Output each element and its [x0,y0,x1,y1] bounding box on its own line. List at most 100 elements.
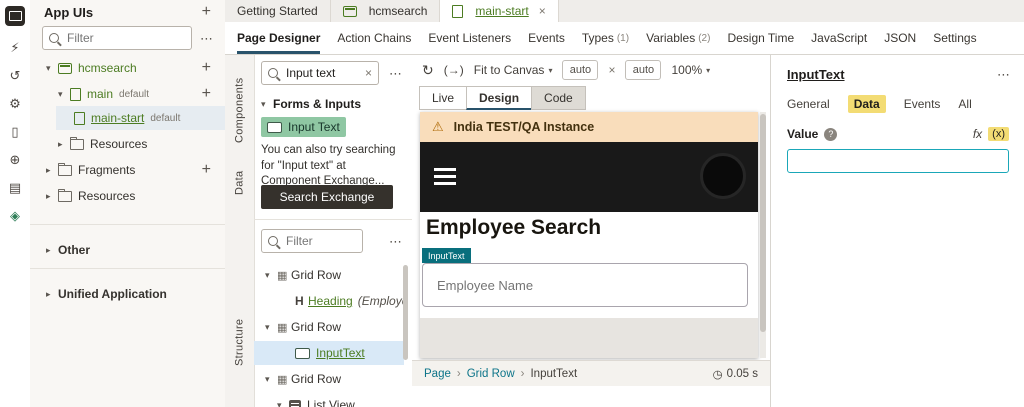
value-field[interactable] [787,149,1009,173]
chevron-down-icon[interactable]: ▾ [265,270,277,281]
tab-data[interactable]: Data [847,95,886,113]
structure-row-list-view[interactable]: ▾ List View [254,393,404,407]
components-menu-kebab[interactable]: ⋯ [389,66,403,82]
chevron-right-icon[interactable]: ▸ [46,289,58,300]
properties-title[interactable]: InputText [787,67,845,82]
component-input-text[interactable]: Input Text [261,117,346,137]
structure-row-heading[interactable]: H Heading (Employee [254,289,404,313]
tab-design-time[interactable]: Design Time [727,22,794,54]
chevron-down-icon[interactable]: ▾ [261,99,273,110]
components-search-input[interactable] [284,65,359,81]
value-input[interactable] [788,150,1008,172]
clear-search-icon[interactable]: × [365,66,372,80]
chevron-right-icon[interactable]: ▸ [46,165,58,176]
add-flow-button[interactable]: + [202,60,211,76]
chevron-down-icon[interactable]: ▾ [277,400,289,407]
structure-label[interactable]: Grid Row [291,268,341,282]
tab-action-chains[interactable]: Action Chains [337,22,411,54]
section-label[interactable]: Other [58,243,90,257]
tab-all[interactable]: All [958,97,971,111]
tab-components[interactable]: Components [225,65,254,155]
canvas-height-input[interactable] [625,60,662,80]
mode-code-button[interactable]: Code [531,86,586,110]
fit-to-canvas-dropdown[interactable]: Fit to Canvas ▾ [474,63,553,77]
tab-data[interactable]: Data [225,160,254,205]
refresh-icon[interactable]: ↻ [422,62,434,79]
search-exchange-button[interactable]: Search Exchange [261,185,393,209]
structure-label[interactable]: Grid Row [291,320,341,334]
lightning-icon[interactable]: ⚡ [0,40,30,56]
chevron-down-icon[interactable]: ▾ [265,322,277,333]
tab-types[interactable]: Types (1) [582,22,629,54]
tab-javascript[interactable]: JavaScript [811,22,867,54]
structure-label[interactable]: Grid Row [291,372,341,386]
deploy-icon[interactable]: ◈ [0,208,30,224]
tab-variables[interactable]: Variables (2) [646,22,710,54]
add-page-button[interactable]: + [202,86,211,102]
structure-label[interactable]: List View [307,398,355,407]
canvas-scrollbar-thumb[interactable] [760,114,766,332]
tree-label[interactable]: main [87,87,113,101]
help-icon[interactable]: ? [824,127,838,141]
chevron-down-icon[interactable]: ▾ [265,374,277,385]
resize-mode-icon[interactable]: (→) [444,63,464,77]
tree-item-resources-child[interactable]: ▸ Resources [30,132,225,156]
structure-scrollbar[interactable] [403,265,408,360]
zoom-dropdown[interactable]: 100% ▾ [671,63,710,77]
tree-item-main-start[interactable]: main-start default [56,106,225,130]
section-unified-application[interactable]: ▸ Unified Application [30,282,225,306]
tab-events[interactable]: Events [528,22,565,54]
tree-label[interactable]: hcmsearch [78,61,137,75]
structure-row-inputtext[interactable]: InputText [254,341,404,365]
chevron-right-icon[interactable]: ▸ [58,139,70,150]
add-app-ui-button[interactable]: + [202,4,211,20]
mode-design-button[interactable]: Design [466,86,533,110]
chevron-right-icon[interactable]: ▸ [46,191,58,202]
chevron-down-icon[interactable]: ▾ [46,63,58,74]
tree-item-hcmsearch[interactable]: ▾ hcmsearch + [30,56,225,80]
mobile-icon[interactable]: ▯ [0,124,30,140]
tab-json[interactable]: JSON [884,22,916,54]
app-uis-icon[interactable] [5,6,25,26]
structure-row-grid-row[interactable]: ▾ ▦ Grid Row [254,315,404,339]
breadcrumb-grid-row[interactable]: Grid Row [467,368,515,380]
tab-main-start[interactable]: main-start × [440,0,559,22]
tree-item-main[interactable]: ▾ main default + [30,82,225,106]
expression-badge[interactable]: (x) [988,127,1009,141]
gear-icon[interactable]: ⚙ [0,96,30,112]
filter-input[interactable] [65,30,185,46]
tree-label[interactable]: main-start [91,111,144,125]
chevron-right-icon[interactable]: ▸ [46,245,58,256]
employee-name-input[interactable] [423,264,747,306]
tab-settings[interactable]: Settings [933,22,976,54]
document-icon[interactable]: ▤ [0,180,30,196]
properties-menu-kebab[interactable]: ⋯ [997,67,1011,83]
section-other[interactable]: ▸ Other [30,238,225,262]
tree-item-resources[interactable]: ▸ Resources [30,184,225,208]
tree-label[interactable]: Fragments [78,163,135,177]
tree-label[interactable]: Resources [90,137,147,151]
structure-row-grid-row[interactable]: ▾ ▦ Grid Row [254,263,404,287]
add-fragment-button[interactable]: + [202,162,211,178]
tree-item-fragments[interactable]: ▸ Fragments + [30,158,225,182]
tab-getting-started[interactable]: Getting Started [225,0,331,22]
tab-structure[interactable]: Structure [225,300,254,385]
tab-page-designer[interactable]: Page Designer [237,22,321,54]
tree-label[interactable]: Resources [78,189,135,203]
tab-events[interactable]: Events [904,97,941,111]
canvas-scrollbar[interactable] [760,112,766,358]
hamburger-menu-icon[interactable] [434,164,456,189]
structure-filter[interactable] [261,229,363,253]
tab-event-listeners[interactable]: Event Listeners [428,22,511,54]
structure-label[interactable]: Heading [308,294,353,308]
filter-menu-kebab[interactable]: ⋯ [200,31,214,47]
avatar[interactable] [700,153,746,199]
section-forms-inputs[interactable]: ▾ Forms & Inputs [261,97,361,111]
breadcrumb-page[interactable]: Page [424,368,451,380]
close-icon[interactable]: × [539,4,546,18]
history-icon[interactable]: ↺ [0,68,30,84]
tab-general[interactable]: General [787,97,830,111]
globe-icon[interactable]: ⊕ [0,152,30,168]
canvas-width-input[interactable] [562,60,599,80]
section-label[interactable]: Unified Application [58,287,167,301]
